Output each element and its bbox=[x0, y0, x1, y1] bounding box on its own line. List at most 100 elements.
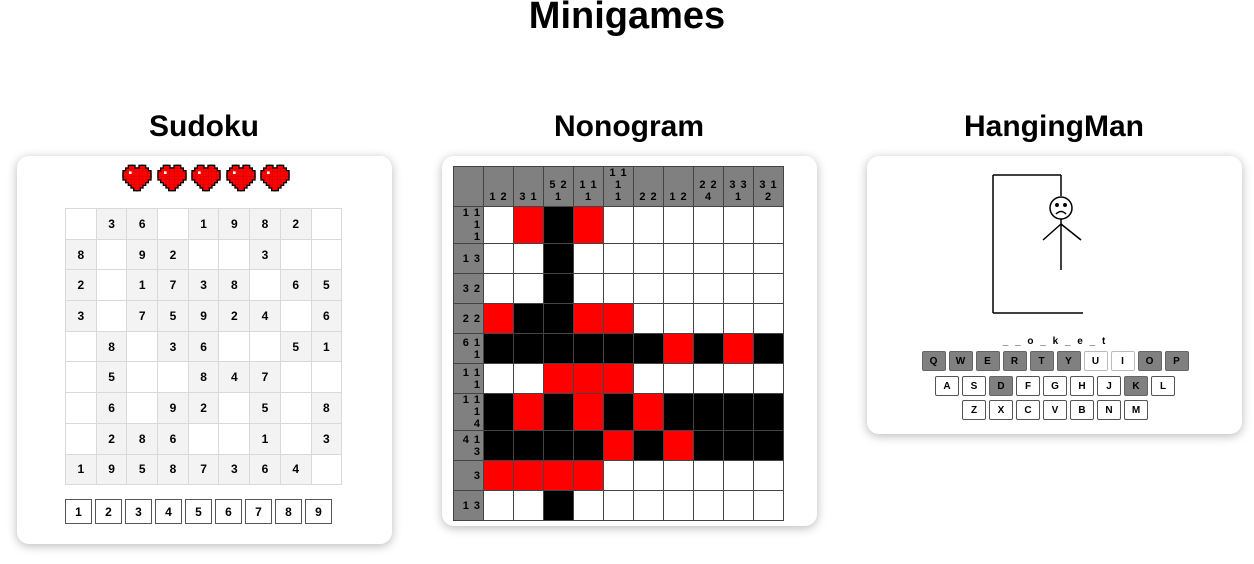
empty-cell[interactable] bbox=[693, 243, 724, 274]
empty-cell[interactable] bbox=[573, 273, 604, 304]
empty-cell[interactable] bbox=[603, 273, 634, 304]
key-w[interactable]: W bbox=[948, 351, 973, 371]
sudoku-cell[interactable]: 2 bbox=[95, 422, 128, 455]
filled-cell[interactable] bbox=[633, 333, 664, 364]
key-k[interactable]: K bbox=[1124, 376, 1148, 396]
sudoku-cell[interactable] bbox=[126, 392, 159, 424]
marked-cell[interactable] bbox=[483, 460, 514, 491]
key-c[interactable]: C bbox=[1016, 400, 1040, 420]
empty-cell[interactable] bbox=[663, 243, 694, 274]
filled-cell[interactable] bbox=[633, 430, 664, 461]
empty-cell[interactable] bbox=[633, 303, 664, 334]
empty-cell[interactable] bbox=[753, 363, 784, 394]
sudoku-cell[interactable] bbox=[218, 330, 251, 363]
sudoku-cell[interactable] bbox=[95, 238, 128, 271]
empty-cell[interactable] bbox=[753, 206, 784, 244]
key-q[interactable]: Q bbox=[921, 351, 946, 371]
marked-cell[interactable] bbox=[633, 393, 664, 431]
marked-cell[interactable] bbox=[513, 393, 544, 431]
sudoku-cell[interactable]: 9 bbox=[187, 300, 220, 332]
filled-cell[interactable] bbox=[543, 303, 574, 334]
sudoku-cell[interactable] bbox=[249, 330, 281, 363]
sudoku-cell[interactable]: 8 bbox=[218, 269, 251, 302]
sudoku-cell[interactable]: 1 bbox=[187, 208, 220, 240]
filled-cell[interactable] bbox=[753, 393, 784, 431]
sudoku-cell[interactable] bbox=[279, 422, 312, 455]
marked-cell[interactable] bbox=[573, 363, 604, 394]
key-r[interactable]: R bbox=[1002, 351, 1027, 371]
sudoku-cell[interactable]: 3 bbox=[187, 269, 220, 302]
empty-cell[interactable] bbox=[483, 243, 514, 274]
sudoku-cell[interactable]: 9 bbox=[126, 238, 159, 271]
key-s[interactable]: S bbox=[962, 376, 986, 396]
marked-cell[interactable] bbox=[543, 460, 574, 491]
filled-cell[interactable] bbox=[573, 333, 604, 364]
sudoku-cell[interactable]: 8 bbox=[95, 330, 128, 363]
empty-cell[interactable] bbox=[723, 273, 754, 304]
sudoku-cell[interactable]: 9 bbox=[157, 392, 189, 424]
sudoku-cell[interactable] bbox=[279, 361, 312, 394]
sudoku-cell[interactable] bbox=[310, 453, 343, 486]
filled-cell[interactable] bbox=[573, 430, 604, 461]
sudoku-cell[interactable]: 6 bbox=[187, 330, 220, 363]
sudoku-cell[interactable]: 8 bbox=[65, 238, 97, 271]
key-l[interactable]: L bbox=[1151, 376, 1175, 396]
key-e[interactable]: E bbox=[975, 351, 1000, 371]
number-button-7[interactable]: 7 bbox=[245, 499, 272, 524]
filled-cell[interactable] bbox=[543, 273, 574, 304]
sudoku-cell[interactable]: 3 bbox=[157, 330, 189, 363]
sudoku-cell[interactable]: 5 bbox=[157, 300, 189, 332]
empty-cell[interactable] bbox=[513, 490, 544, 521]
sudoku-cell[interactable]: 4 bbox=[218, 361, 251, 394]
number-button-2[interactable]: 2 bbox=[95, 499, 122, 524]
empty-cell[interactable] bbox=[723, 363, 754, 394]
key-o[interactable]: O bbox=[1137, 351, 1162, 371]
empty-cell[interactable] bbox=[693, 363, 724, 394]
sudoku-cell[interactable]: 8 bbox=[157, 453, 189, 486]
empty-cell[interactable] bbox=[603, 460, 634, 491]
empty-cell[interactable] bbox=[483, 206, 514, 244]
sudoku-cell[interactable]: 5 bbox=[126, 453, 159, 486]
number-button-4[interactable]: 4 bbox=[155, 499, 182, 524]
filled-cell[interactable] bbox=[753, 430, 784, 461]
sudoku-cell[interactable] bbox=[187, 238, 220, 271]
empty-cell[interactable] bbox=[573, 490, 604, 521]
key-g[interactable]: G bbox=[1043, 376, 1067, 396]
sudoku-cell[interactable]: 2 bbox=[65, 269, 97, 302]
empty-cell[interactable] bbox=[633, 273, 664, 304]
marked-cell[interactable] bbox=[513, 206, 544, 244]
empty-cell[interactable] bbox=[483, 490, 514, 521]
empty-cell[interactable] bbox=[723, 206, 754, 244]
filled-cell[interactable] bbox=[543, 333, 574, 364]
number-button-9[interactable]: 9 bbox=[305, 499, 332, 524]
key-z[interactable]: Z bbox=[962, 400, 986, 420]
sudoku-cell[interactable]: 2 bbox=[187, 392, 220, 424]
marked-cell[interactable] bbox=[603, 430, 634, 461]
sudoku-cell[interactable]: 8 bbox=[187, 361, 220, 394]
empty-cell[interactable] bbox=[753, 273, 784, 304]
sudoku-cell[interactable]: 9 bbox=[95, 453, 128, 486]
empty-cell[interactable] bbox=[723, 490, 754, 521]
sudoku-cell[interactable]: 5 bbox=[249, 392, 281, 424]
empty-cell[interactable] bbox=[633, 243, 664, 274]
sudoku-cell[interactable]: 7 bbox=[126, 300, 159, 332]
empty-cell[interactable] bbox=[663, 363, 694, 394]
sudoku-cell[interactable] bbox=[310, 361, 343, 394]
filled-cell[interactable] bbox=[513, 333, 544, 364]
sudoku-cell[interactable]: 8 bbox=[310, 392, 343, 424]
filled-cell[interactable] bbox=[513, 430, 544, 461]
filled-cell[interactable] bbox=[693, 333, 724, 364]
empty-cell[interactable] bbox=[693, 490, 724, 521]
key-x[interactable]: X bbox=[989, 400, 1013, 420]
empty-cell[interactable] bbox=[723, 243, 754, 274]
key-h[interactable]: H bbox=[1070, 376, 1094, 396]
marked-cell[interactable] bbox=[573, 206, 604, 244]
sudoku-cell[interactable] bbox=[157, 208, 189, 240]
filled-cell[interactable] bbox=[483, 333, 514, 364]
marked-cell[interactable] bbox=[513, 460, 544, 491]
key-p[interactable]: P bbox=[1164, 351, 1189, 371]
sudoku-cell[interactable] bbox=[249, 269, 281, 302]
number-button-6[interactable]: 6 bbox=[215, 499, 242, 524]
number-button-8[interactable]: 8 bbox=[275, 499, 302, 524]
sudoku-cell[interactable] bbox=[95, 269, 128, 302]
